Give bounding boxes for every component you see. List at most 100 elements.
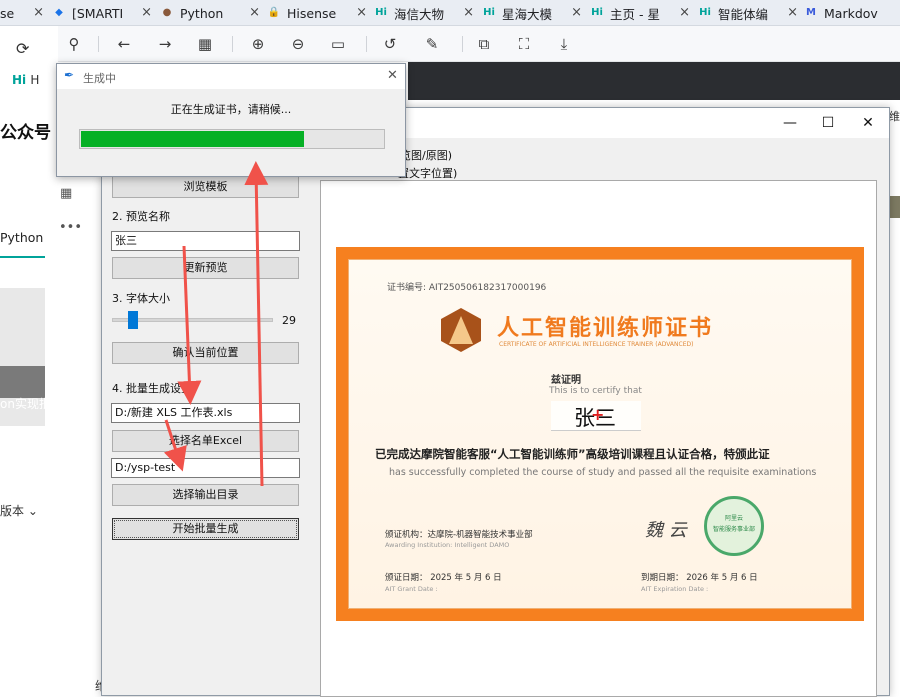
output-path-input[interactable]: D:/ysp-test <box>111 458 300 478</box>
preview-name-label: 2. 预览名称 <box>112 210 170 223</box>
dialog-title-bar: ✒ 生成中 ✕ <box>57 64 405 89</box>
certificate-inner: 证书编号: AIT250506182317000196 人工智能训练师证书 CE… <box>348 259 852 609</box>
tab-close-icon[interactable]: × <box>141 5 152 20</box>
cert-emblem-icon <box>441 308 481 352</box>
dialog-message: 正在生成证书，请稍候... <box>170 103 292 116</box>
right-edge-fragment: 维 <box>889 110 900 123</box>
back-arrow-icon[interactable]: ← <box>112 32 136 56</box>
tab-close-icon[interactable]: × <box>356 5 367 20</box>
browser-tab[interactable]: 🔒 Hisense × <box>267 0 367 26</box>
fit-width-icon[interactable]: ▭ <box>326 32 350 56</box>
select-excel-button[interactable]: 选择名单Excel <box>112 430 299 452</box>
font-size-value: 29 <box>282 314 296 327</box>
dialog-close-button[interactable]: ✕ <box>387 68 398 83</box>
tab-close-icon[interactable]: × <box>571 5 582 20</box>
preview-canvas: 证书编号: AIT250506182317000196 人工智能训练师证书 CE… <box>320 180 877 697</box>
browser-tab[interactable]: se × <box>0 0 44 26</box>
browser-tab-label: se <box>0 5 15 21</box>
tab-close-icon[interactable]: × <box>463 5 474 20</box>
chevron-down-icon: ⌄ <box>27 504 38 518</box>
browser-tab[interactable]: ● Python × <box>160 0 260 26</box>
cert-number: 证书编号: AIT250506182317000196 <box>387 283 547 293</box>
certificate-app-window: — ☐ ✕ 览图/原图) 置文字位置) 浏览模板 2. 预览名称 张三 更新预览… <box>101 107 890 697</box>
grant-date-cn: 颁证日期： 2025 年 5 月 6 日 <box>385 573 502 583</box>
tab-close-icon[interactable]: × <box>33 5 44 20</box>
start-batch-button[interactable]: 开始批量生成 <box>112 518 299 540</box>
toolbar-divider <box>232 36 233 52</box>
zoom-in-icon[interactable]: ⊕ <box>246 32 270 56</box>
grant-date-en: AIT Grant Date : <box>385 585 438 593</box>
browser-tab[interactable]: Hi 星海大模 × <box>482 0 582 26</box>
batch-settings-label: 4. 批量生成设置 <box>112 382 192 395</box>
browser-tab[interactable]: Hi 海信大物 × <box>374 0 474 26</box>
dialog-title: 生成中 <box>83 72 116 85</box>
reload-icon[interactable]: ⟳ <box>16 39 29 58</box>
browser-tab-label: [SMARTI <box>72 5 124 21</box>
edit-icon[interactable]: ✎ <box>420 32 444 56</box>
tab-close-icon[interactable]: × <box>249 5 260 20</box>
rotate-icon[interactable]: ↺ <box>378 32 402 56</box>
download-icon[interactable]: ⤓ <box>552 32 576 56</box>
preview-mode-radio-label[interactable]: 览图/原图) <box>400 147 452 163</box>
browse-template-button[interactable]: 浏览模板 <box>112 176 299 198</box>
preview-name-input[interactable]: 张三 <box>111 231 300 251</box>
banner-text-fragment: on实现批 <box>0 397 51 411</box>
browser-tab-label: Hisense <box>287 5 337 21</box>
page-title-fragment: 公众号 <box>0 123 51 143</box>
minimize-button[interactable]: — <box>775 112 805 134</box>
browser-page-left: ⟳ Hi H 公众号 ▦ ••• Python on实现批 版本 ⌄ 维 <box>0 26 107 696</box>
browser-tab[interactable]: M Markdov <box>804 0 900 26</box>
signature: 魏 云 <box>645 520 687 541</box>
hi-icon: Hi <box>375 7 387 18</box>
forward-arrow-icon[interactable]: → <box>153 32 177 56</box>
more-icon[interactable]: ••• <box>59 220 82 235</box>
hi-brand: Hi H <box>12 73 40 87</box>
translate-icon[interactable]: ⧉ <box>472 32 496 56</box>
maximize-button[interactable]: ☐ <box>813 112 843 134</box>
position-mode-radio-label[interactable]: 置文字位置) <box>398 165 457 181</box>
tab-close-icon[interactable]: × <box>679 5 690 20</box>
select-output-button[interactable]: 选择输出目录 <box>112 484 299 506</box>
toolbar-divider <box>366 36 367 52</box>
avatar-icon: ● <box>162 7 172 18</box>
cert-body-en: has successfully completed the course of… <box>389 467 817 478</box>
cert-body-cn: 已完成达摩院智能客服“人工智能训练师”高级培训课程且认证合格，特颁此证 <box>375 447 770 461</box>
feather-icon: ✒ <box>64 68 75 82</box>
zoom-out-icon[interactable]: ⊖ <box>286 32 310 56</box>
update-preview-button[interactable]: 更新预览 <box>112 257 299 279</box>
browser-tab-label: 主页 - 星 <box>610 6 660 22</box>
excel-path-input[interactable]: D:/新建 XLS 工作表.xls <box>111 403 300 423</box>
page-tab-fragment[interactable]: Python <box>0 230 43 245</box>
position-cursor-icon: + <box>591 405 605 424</box>
issuer-en: Awarding Institution: Intelligent DAMO <box>385 541 510 549</box>
grid-icon[interactable]: ▦ <box>60 186 72 201</box>
browser-tab-label: Markdov <box>824 5 878 21</box>
hi-icon: Hi <box>483 7 495 18</box>
viewer-toolbar: ⚲ ← → ▦ ⊕ ⊖ ▭ ↺ ✎ ⧉ ⛶ ⤓ <box>58 26 900 62</box>
thumbnails-icon[interactable]: ▦ <box>193 32 217 56</box>
certify-en: This is to certify that <box>549 386 642 396</box>
pin-icon[interactable]: ⚲ <box>62 32 86 56</box>
version-dropdown[interactable]: 版本 ⌄ <box>0 502 38 519</box>
m-icon: M <box>806 7 816 18</box>
expire-date-cn: 到期日期： 2026 年 5 月 6 日 <box>641 573 758 583</box>
expire-date-en: AIT Expiration Date : <box>641 585 709 593</box>
toolbar-divider <box>462 36 463 52</box>
close-button[interactable]: ✕ <box>853 112 883 134</box>
browser-tab[interactable]: Hi 智能体编 × <box>698 0 798 26</box>
hi-icon: Hi <box>699 7 711 18</box>
confirm-position-button[interactable]: 确认当前位置 <box>112 342 299 364</box>
progress-bar <box>79 129 385 149</box>
crop-icon[interactable]: ⛶ <box>512 32 536 56</box>
banner-text <box>0 366 45 398</box>
hi-icon: Hi <box>591 7 603 18</box>
tab-close-icon[interactable]: × <box>787 5 798 20</box>
browser-tab-label: 海信大物 <box>394 6 445 22</box>
progress-dialog: ✒ 生成中 ✕ 正在生成证书，请稍候... <box>56 63 406 177</box>
font-size-slider-thumb[interactable] <box>128 311 139 329</box>
browser-tab[interactable]: ◆ [SMARTI × <box>52 0 152 26</box>
certificate-image: 证书编号: AIT250506182317000196 人工智能训练师证书 CE… <box>336 247 864 621</box>
certify-cn: 兹证明 <box>551 375 581 386</box>
browser-tab[interactable]: Hi 主页 - 星 × <box>590 0 690 26</box>
font-size-label: 3. 字体大小 <box>112 292 170 305</box>
